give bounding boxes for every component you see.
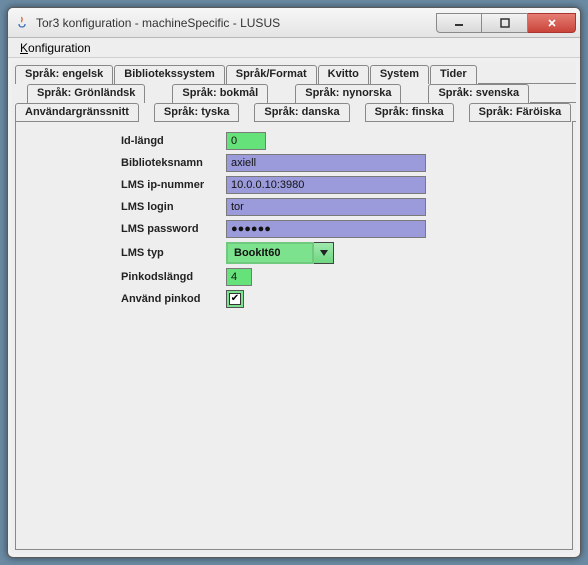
input-pinkodslangd[interactable] bbox=[226, 268, 252, 286]
tab-anvandargranssnitt[interactable]: Användargränssnitt bbox=[15, 103, 139, 122]
tab-sprak-gronlandsk[interactable]: Språk: Grönländsk bbox=[27, 84, 145, 103]
minimize-button[interactable] bbox=[436, 13, 482, 33]
input-lms-password[interactable] bbox=[226, 220, 426, 238]
label-lms-password: LMS password bbox=[26, 223, 226, 235]
check-icon: ✔ bbox=[229, 293, 241, 305]
java-icon bbox=[14, 15, 30, 31]
label-pinkodslangd: Pinkodslängd bbox=[26, 271, 226, 283]
input-id-langd[interactable] bbox=[226, 132, 266, 150]
tab-sprak-finska[interactable]: Språk: finska bbox=[365, 103, 454, 122]
tab-sprak-svenska[interactable]: Språk: svenska bbox=[428, 84, 529, 103]
tab-row-2: Språk: Grönländsk Språk: bokmål Språk: n… bbox=[12, 84, 576, 103]
app-window: Tor3 konfiguration - machineSpecific - L… bbox=[7, 7, 581, 558]
tab-sprak-tyska[interactable]: Språk: tyska bbox=[154, 103, 239, 122]
tab-row-1: Språk: engelsk Bibliotekssystem Språk/Fo… bbox=[12, 65, 576, 84]
label-lms-login: LMS login bbox=[26, 201, 226, 213]
client-area: Språk: engelsk Bibliotekssystem Språk/Fo… bbox=[12, 62, 576, 553]
combo-lms-typ-value: BookIt60 bbox=[226, 242, 314, 264]
label-lms-ip: LMS ip-nummer bbox=[26, 179, 226, 191]
combo-lms-typ[interactable]: BookIt60 bbox=[226, 242, 334, 264]
input-biblioteksnamn[interactable] bbox=[226, 154, 426, 172]
maximize-button[interactable] bbox=[482, 13, 528, 33]
window-buttons bbox=[436, 13, 576, 33]
label-id-langd: Id-längd bbox=[26, 135, 226, 147]
label-lms-typ: LMS typ bbox=[26, 247, 226, 259]
tab-tider[interactable]: Tider bbox=[430, 65, 477, 84]
input-lms-login[interactable] bbox=[226, 198, 426, 216]
tab-bibliotekssystem[interactable]: Bibliotekssystem bbox=[114, 65, 224, 84]
tab-sprak-engelsk[interactable]: Språk: engelsk bbox=[15, 65, 113, 84]
tab-sprak-bokmal[interactable]: Språk: bokmål bbox=[172, 84, 268, 103]
form-panel: Id-längd Biblioteksnamn LMS ip-nummer LM… bbox=[15, 122, 573, 550]
label-biblioteksnamn: Biblioteksnamn bbox=[26, 157, 226, 169]
tab-kvitto[interactable]: Kvitto bbox=[318, 65, 369, 84]
tab-sprak-format[interactable]: Språk/Format bbox=[226, 65, 317, 84]
window-title: Tor3 konfiguration - machineSpecific - L… bbox=[36, 16, 436, 30]
chevron-down-icon[interactable] bbox=[314, 242, 334, 264]
tab-row-3: Användargränssnitt Språk: tyska Språk: d… bbox=[12, 103, 576, 122]
titlebar: Tor3 konfiguration - machineSpecific - L… bbox=[8, 8, 580, 38]
checkbox-anvand-pinkod[interactable]: ✔ bbox=[226, 290, 244, 308]
tab-system[interactable]: System bbox=[370, 65, 429, 84]
tab-sprak-danska[interactable]: Språk: danska bbox=[254, 103, 349, 122]
menu-konfiguration[interactable]: Konfiguration bbox=[14, 39, 97, 57]
label-anvand-pinkod: Använd pinkod bbox=[26, 293, 226, 305]
tab-sprak-faroiska[interactable]: Språk: Färöiska bbox=[469, 103, 572, 122]
close-button[interactable] bbox=[528, 13, 576, 33]
tab-sprak-nynorska[interactable]: Språk: nynorska bbox=[295, 84, 401, 103]
menubar: Konfiguration bbox=[8, 38, 580, 58]
input-lms-ip[interactable] bbox=[226, 176, 426, 194]
